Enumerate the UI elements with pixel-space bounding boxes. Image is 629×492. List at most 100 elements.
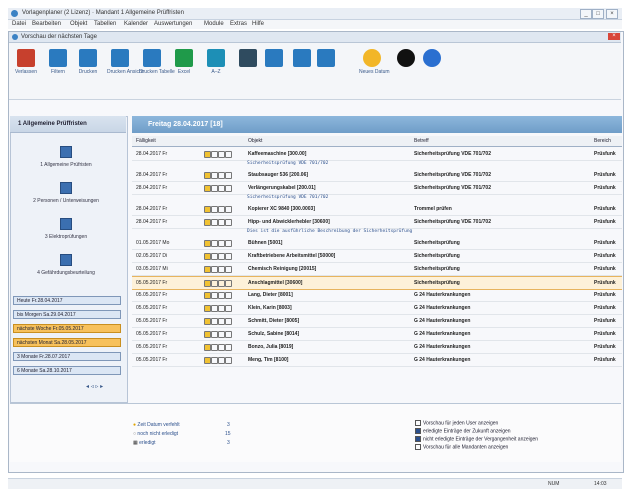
clock-icon [211, 185, 218, 192]
clock-icon [211, 266, 218, 273]
range-button-tomorrow[interactable]: bis Morgen Sa.29.04.2017 [13, 310, 121, 319]
category-item[interactable]: 3 Elektroprüfungen [14, 218, 118, 240]
range-button-3-months[interactable]: 3 Monate Fr.28.07.2017 [13, 352, 121, 361]
menu-item[interactable]: Tabellen [94, 21, 116, 27]
toolbar-button[interactable]: Drucken [75, 49, 101, 75]
category-item[interactable]: 2 Personen / Unterweisungen [14, 182, 118, 204]
table-row[interactable]: 05.05.2017 Fr Anschlagmittel [30600] Siche… [132, 276, 622, 290]
toolbar-button[interactable]: Excel [171, 49, 197, 75]
toolbar-button-label: Neues Datum [359, 69, 390, 75]
option-checkbox[interactable]: Vorschau für jeden User anzeigen [415, 420, 498, 426]
toolbar-button[interactable]: Filtern [45, 49, 71, 75]
toolbar-button-label: Excel [177, 69, 191, 75]
menu-bar: Datei Bearbeiten Objekt Tabellen Kalende… [8, 20, 622, 29]
preview-close-button[interactable]: × [608, 33, 620, 40]
table-row[interactable]: 05.05.2017 Fr Schulz, Sabine [8014] G 24 H… [132, 328, 622, 341]
toolbar-button[interactable] [261, 49, 287, 69]
calendar-icon [218, 266, 225, 273]
menu-item[interactable]: Datei [12, 21, 26, 27]
clock-icon: ○ [133, 431, 137, 437]
toolbar-button[interactable]: A–Z [203, 49, 229, 75]
filter-icon [49, 49, 67, 67]
clock-icon [211, 206, 218, 213]
option-checkbox[interactable]: nicht erledigte Einträge der Vergangenhe… [415, 436, 538, 442]
toolbar-button[interactable]: Drucken Ansicht [107, 49, 143, 75]
toolbar-button[interactable] [235, 49, 261, 69]
toolbar-button[interactable] [313, 49, 339, 69]
bulb-icon [204, 219, 211, 226]
option-checkbox[interactable]: Vorschau für alle Mandanten anzeigen [415, 444, 508, 450]
menu-item[interactable]: Extras [230, 21, 247, 27]
calendar-icon [218, 219, 225, 226]
object-name: Meng, Tim [8100] [248, 357, 289, 363]
table-row[interactable]: 05.05.2017 Fr Klein, Karin [8003] G 24 Hau… [132, 302, 622, 315]
column-header[interactable]: Objekt [248, 138, 262, 144]
menu-item[interactable]: Module [204, 21, 224, 27]
category-item[interactable]: 1 Allgemeine Prüfristen [14, 146, 118, 168]
calendar-icon [218, 151, 225, 158]
minimize-button[interactable]: _ [580, 9, 592, 19]
subject: G 24 Hauterkrankungen [414, 331, 471, 337]
clock-icon [211, 253, 218, 260]
toolbar-button[interactable] [419, 49, 445, 69]
subject: G 24 Hauterkrankungen [414, 305, 471, 311]
range-button-6-months[interactable]: 6 Monate Sa.28.10.2017 [13, 366, 121, 375]
object-name: Lang, Dieter [8001] [248, 292, 293, 298]
checkbox-icon[interactable] [415, 444, 421, 450]
object-name: Bonzo, Julia [8019] [248, 344, 294, 350]
last-page-icon[interactable]: ▸ [100, 384, 103, 390]
toolbar-button[interactable]: Verlassen [13, 49, 39, 75]
table-row[interactable]: 02.05.2017 Di Kraftbetriebene Arbeitsmitt… [132, 250, 622, 263]
table-row[interactable]: 05.05.2017 Fr Schmitt, Dieter [8005] G 24 … [132, 315, 622, 328]
checkbox-icon[interactable] [415, 420, 421, 426]
table-row[interactable]: 28.04.2017 Fr Staubsauger 536 [200.06] Sic… [132, 169, 622, 182]
range-button-today[interactable]: Heute Fr.28.04.2017 [13, 296, 121, 305]
table-row[interactable]: 28.04.2017 Fr Kopierer XC 9840 [300.0003]… [132, 203, 622, 216]
checkbox-icon[interactable] [415, 428, 421, 434]
menu-item[interactable]: Objekt [70, 21, 87, 27]
table-row[interactable]: 28.04.2017 Fr Kaffeemaschine [300.00] Sich… [132, 148, 622, 161]
object-name: Chemisch Reinigung [20015] [248, 266, 317, 272]
table-row[interactable]: 01.05.2017 Mo Bühnen [5001] Sicherheitsprü… [132, 237, 622, 250]
menu-item[interactable]: Kalender [124, 21, 148, 27]
maximize-button[interactable]: □ [592, 9, 604, 19]
table-row[interactable]: 28.04.2017 Fr Hipp- und Abwicklerhebler [… [132, 216, 622, 229]
calendar-icon: ▦ [133, 440, 138, 446]
camera-icon [397, 49, 415, 67]
table-row[interactable]: 05.05.2017 Fr Lang, Dieter [8001] G 24 Hau… [132, 289, 622, 302]
table-row[interactable]: 05.05.2017 Fr Meng, Tim [8100] G 24 Hauter… [132, 354, 622, 367]
toolbar-button[interactable] [393, 49, 419, 69]
window-icon [12, 34, 18, 40]
close-button[interactable]: × [606, 9, 618, 19]
toolbar-button[interactable] [289, 49, 315, 69]
object-name: Kraftbetriebene Arbeitsmittel [50000] [248, 253, 336, 259]
column-header[interactable]: Fälligkeit [136, 138, 156, 144]
first-page-icon[interactable]: ◂ [86, 384, 89, 390]
toolbar-button[interactable]: Neues Datum [359, 49, 390, 75]
due-date: 28.04.2017 Fr [136, 172, 168, 178]
menu-item[interactable]: Bearbeiten [32, 21, 61, 27]
category-item[interactable]: 4 Gefährdungsbeurteilung [14, 254, 118, 276]
due-date: 05.05.2017 Fr [136, 280, 168, 286]
table-row[interactable]: 05.05.2017 Fr Bonzo, Julia [8019] G 24 Hau… [132, 341, 622, 354]
menu-item[interactable]: Hilfe [252, 21, 264, 27]
option-checkbox[interactable]: erledigte Einträge der Zukunft anzeigen [415, 428, 511, 434]
range-button-next-month[interactable]: nächsten Monat Sa.28.05.2017 [13, 338, 121, 347]
toolbar-button[interactable]: Drucken Tabelle [139, 49, 175, 75]
prev-page-icon[interactable]: ◃ [91, 384, 94, 390]
range-button-next-week[interactable]: nächste Woche Fr.05.05.2017 [13, 324, 121, 333]
menu-item[interactable]: Auswertungen [154, 21, 192, 27]
table-row[interactable]: 28.04.2017 Fr Verlängerungskabel [200.01]… [132, 182, 622, 195]
column-header[interactable]: Bereich [594, 138, 611, 144]
category-pane-title: 1 Allgemeine Prüffristen [18, 121, 87, 127]
column-header[interactable]: Betreff [414, 138, 429, 144]
due-date: 28.04.2017 Fr [136, 206, 168, 212]
checkbox-icon[interactable] [415, 436, 421, 442]
legend-label: erledigt [139, 440, 156, 446]
table-row[interactable]: 03.05.2017 Mi Chemisch Reinigung [20015] S… [132, 263, 622, 276]
clock-icon [211, 151, 218, 158]
category-label: 4 Gefährdungsbeurteilung [37, 270, 95, 276]
next-page-icon[interactable]: ▹ [95, 384, 98, 390]
pin-icon [225, 172, 232, 179]
category-label: 3 Elektroprüfungen [44, 234, 88, 240]
